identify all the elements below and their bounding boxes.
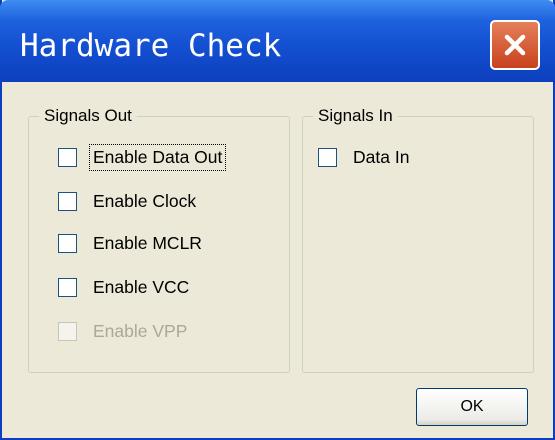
enable-clock-label[interactable]: Enable Clock [91,190,198,213]
close-button[interactable] [490,20,540,70]
data-in-label[interactable]: Data In [351,146,411,169]
dialog-body: Signals Out Enable Data Out Enable Clock… [2,82,553,438]
enable-vcc-label[interactable]: Enable VCC [91,276,191,299]
enable-clock-option[interactable]: Enable Clock [58,190,198,213]
enable-clock-checkbox[interactable] [58,192,77,211]
enable-vcc-checkbox[interactable] [58,278,77,297]
data-in-option[interactable]: Data In [318,146,411,169]
title-bar[interactable]: Hardware Check [0,0,555,82]
data-in-checkbox[interactable] [318,148,337,167]
enable-mclr-option[interactable]: Enable MCLR [58,232,204,255]
enable-vpp-checkbox [58,322,77,341]
enable-mclr-label[interactable]: Enable MCLR [91,232,204,255]
window-title: Hardware Check [20,28,282,64]
ok-button[interactable]: OK [416,388,528,426]
enable-vpp-option: Enable VPP [58,320,189,343]
enable-data-out-label[interactable]: Enable Data Out [88,144,227,171]
enable-data-out-checkbox[interactable] [58,148,77,167]
enable-vcc-option[interactable]: Enable VCC [58,276,191,299]
signals-out-legend: Signals Out [44,106,132,125]
enable-mclr-checkbox[interactable] [58,234,77,253]
enable-vpp-label: Enable VPP [93,321,188,341]
hardware-check-dialog: Hardware Check Signals Out Enable Data O… [0,0,555,440]
close-icon [504,34,526,56]
signals-in-legend: Signals In [318,106,393,125]
enable-data-out-option[interactable]: Enable Data Out [58,144,227,171]
